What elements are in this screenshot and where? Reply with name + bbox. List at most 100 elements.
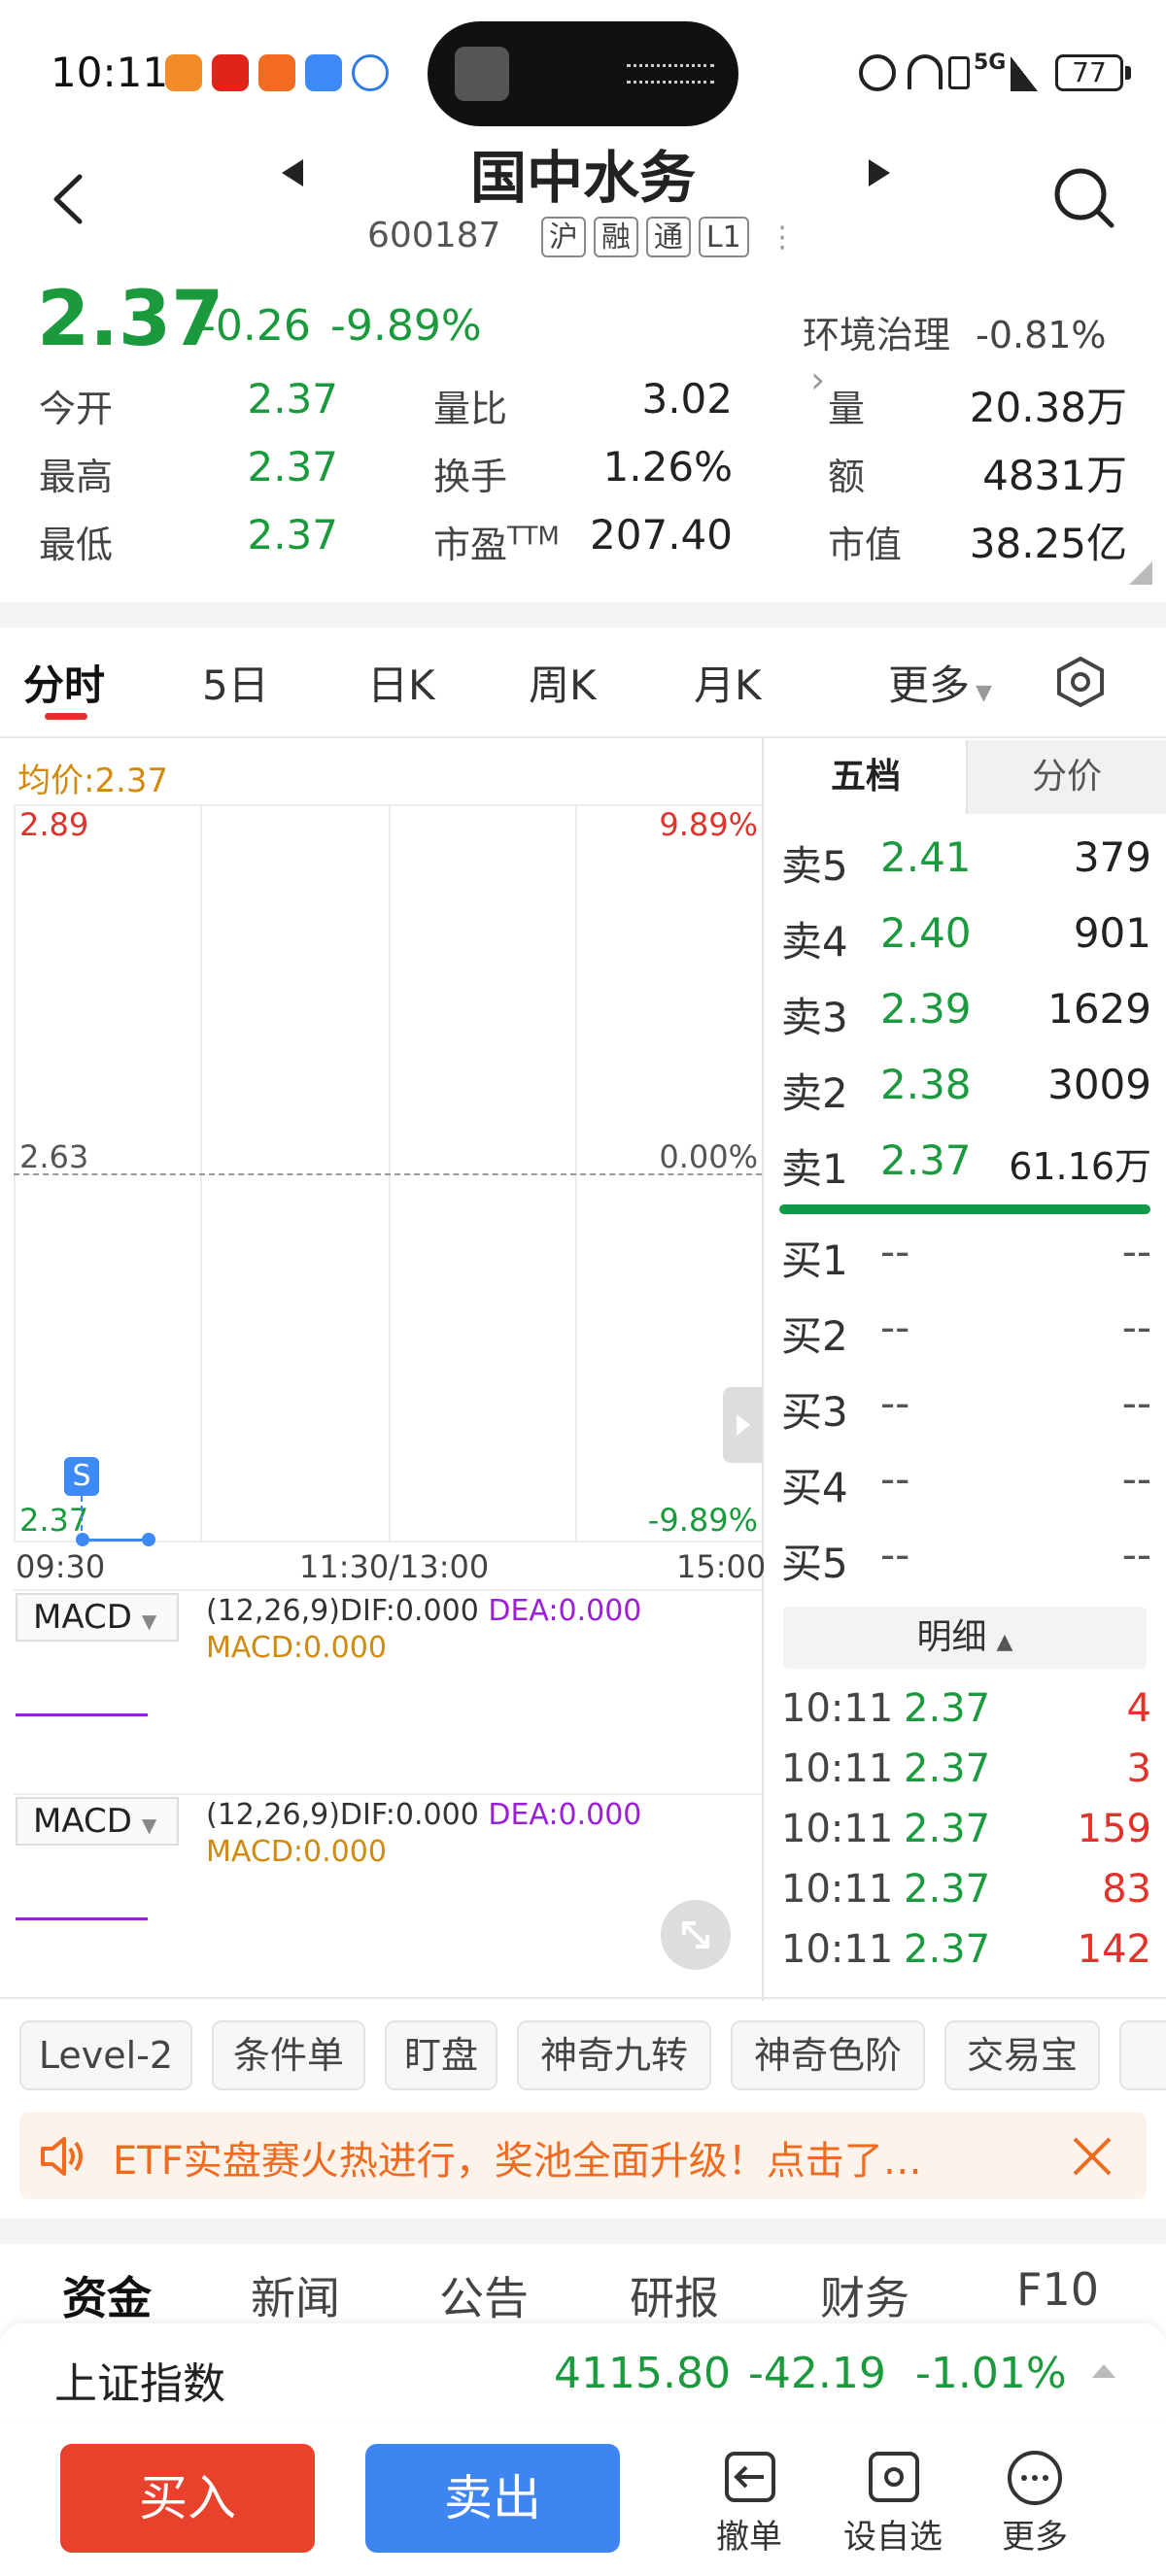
tool-magic-color[interactable]: 神奇色阶 <box>731 2020 925 2090</box>
macd-line-1 <box>16 1713 148 1716</box>
level-label: 卖4 <box>781 918 848 966</box>
trade-detail-row: 10:11 2.37 4 <box>777 1686 1151 1741</box>
macd-values-2: (12,26,9)DIF:0.000 DEA:0.000 MACD:0.000 <box>206 1797 641 1871</box>
tool-trade-treasure[interactable]: 交易宝 <box>944 2020 1100 2090</box>
open-value: 2.37 <box>247 375 338 423</box>
level-volume: 1629 <box>1047 985 1151 1033</box>
trade-time: 10:11 <box>781 1927 894 1972</box>
tab-news[interactable]: 新闻 <box>251 2263 340 2327</box>
macd-dea: DEA:0.000 <box>488 1798 642 1832</box>
banner-text: ETF实盘赛火热进行，奖池全面升级！点击了… <box>113 2139 922 2184</box>
expand-corner-icon[interactable] <box>1129 561 1152 585</box>
tab-price-dist[interactable]: 分价 <box>966 740 1166 814</box>
turnover-value: 1.26% <box>602 443 733 491</box>
banner-close-button[interactable] <box>1063 2127 1121 2186</box>
battery-icon: 77 <box>1055 54 1123 91</box>
pe-label: 市盈TTM <box>433 515 560 568</box>
high-label: 最高 <box>39 456 114 498</box>
caret-up-icon <box>1092 2364 1115 2378</box>
index-ticker[interactable]: 上证指数 4115.80 -42.19 -1.01% <box>0 2323 1166 2421</box>
dropdown-caret-icon: ▼ <box>141 1610 157 1633</box>
trade-time: 10:11 <box>781 1807 894 1851</box>
sector-link[interactable]: 环境治理 -0.81% › <box>803 305 1139 401</box>
chart-settings-button[interactable] <box>1053 655 1108 709</box>
sell-level-5: 卖5 2.41 379 <box>777 833 1151 892</box>
tab-weekly-k[interactable]: 周K <box>529 653 597 712</box>
tab-financials[interactable]: 财务 <box>820 2263 909 2327</box>
audio-wave-icon <box>627 64 714 84</box>
tab-announcements[interactable]: 公告 <box>439 2263 529 2327</box>
tab-active-indicator <box>45 713 87 720</box>
level-price: -- <box>880 1455 910 1503</box>
detail-toggle[interactable]: 明细 ▲ <box>783 1607 1147 1669</box>
sector-name: 环境治理 <box>803 314 951 356</box>
price-change-pct: -9.89% <box>330 301 482 351</box>
sell-level-1: 卖1 2.37 61.16万 <box>777 1136 1151 1195</box>
dropdown-caret-icon: ▼ <box>976 681 992 705</box>
pe-label-text: 市盈 <box>433 524 508 566</box>
level-price: 2.37 <box>880 1136 972 1184</box>
tab-f10[interactable]: F10 <box>1016 2263 1099 2316</box>
current-price: 2.37 <box>37 276 224 363</box>
level-price: -- <box>880 1304 910 1351</box>
level-label: 买3 <box>781 1388 848 1436</box>
level-volume: -- <box>1121 1531 1151 1578</box>
trade-price: 2.37 <box>904 1746 991 1791</box>
sell-level-4: 卖4 2.40 901 <box>777 909 1151 967</box>
caret-right-icon <box>869 159 890 186</box>
sell-button[interactable]: 卖出 <box>365 2444 620 2553</box>
tool-more-chip[interactable] <box>1119 2020 1166 2090</box>
caret-up-icon: ▲ <box>996 1630 1013 1654</box>
level-label: 卖1 <box>781 1145 848 1193</box>
level-volume: -- <box>1121 1228 1151 1275</box>
tool-level2[interactable]: Level-2 <box>19 2020 192 2090</box>
tab-intraday[interactable]: 分时 <box>23 653 105 712</box>
more-actions-label: 更多 <box>1002 2518 1068 2557</box>
macd-value: MACD:0.000 <box>206 1631 387 1665</box>
macd-selector-1[interactable]: MACD ▼ <box>16 1593 179 1642</box>
sell-level-2: 卖2 2.38 3009 <box>777 1061 1151 1119</box>
level-label: 买1 <box>781 1237 848 1284</box>
chart-expand-handle[interactable] <box>723 1387 762 1463</box>
level-volume: -- <box>1121 1304 1151 1351</box>
next-stock-button[interactable] <box>859 153 898 192</box>
tab-research[interactable]: 研报 <box>630 2263 719 2327</box>
trade-volume: 83 <box>1102 1867 1151 1912</box>
tabs-bottom-border <box>0 736 1166 738</box>
battery-level: 77 <box>1072 56 1107 88</box>
level-price: -- <box>880 1228 910 1275</box>
stock-code: 600187 <box>367 216 501 255</box>
tab-monthly-k[interactable]: 月K <box>694 653 762 712</box>
tool-conditional-order[interactable]: 条件单 <box>212 2020 365 2090</box>
trade-detail-row: 10:11 2.37 3 <box>777 1746 1151 1801</box>
alarm-icon <box>859 54 896 91</box>
promo-banner[interactable]: ETF实盘赛火热进行，奖池全面升级！点击了… <box>19 2112 1147 2199</box>
tool-watch[interactable]: 盯盘 <box>385 2020 497 2090</box>
search-button[interactable] <box>1049 163 1119 233</box>
tab-funds[interactable]: 资金 <box>62 2263 152 2327</box>
cancel-order-label: 撤单 <box>716 2518 782 2557</box>
macd-value: MACD:0.000 <box>206 1835 387 1869</box>
macd-params: (12,26,9) <box>206 1798 340 1832</box>
tab-daily-k[interactable]: 日K <box>367 653 435 712</box>
media-thumbnail <box>455 47 509 101</box>
fullscreen-button[interactable] <box>661 1900 731 1970</box>
signal-s-badge[interactable]: S <box>64 1457 99 1496</box>
macd-divider <box>14 1793 762 1795</box>
tool-magic-nine[interactable]: 神奇九转 <box>517 2020 711 2090</box>
tab-more[interactable]: 更多 ▼ <box>888 653 992 712</box>
buy-button[interactable]: 买入 <box>60 2444 315 2553</box>
macd-selector-2[interactable]: MACD ▼ <box>16 1797 179 1846</box>
level-label: 卖5 <box>781 842 848 890</box>
macd-label: MACD <box>33 1598 132 1637</box>
trade-volume: 159 <box>1077 1807 1151 1851</box>
tab-more-label: 更多 <box>888 661 971 709</box>
high-value: 2.37 <box>247 443 338 491</box>
stock-name: 国中水务 <box>469 145 696 211</box>
app-notification-icon <box>165 54 202 91</box>
tab-five-level[interactable]: 五档 <box>766 740 966 814</box>
avg-price-label: 均价:2.37 <box>17 762 169 800</box>
level-label: 买2 <box>781 1312 848 1360</box>
low-value: 2.37 <box>247 511 338 559</box>
tab-5day[interactable]: 5日 <box>202 653 269 712</box>
